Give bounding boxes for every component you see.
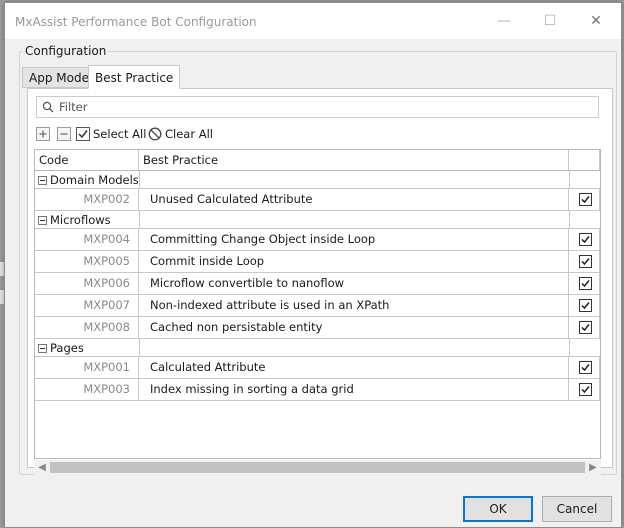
search-icon (42, 101, 54, 113)
best-practice-grid: Code Best Practice Domain Models MXP002 … (34, 149, 601, 459)
scroll-left-icon[interactable]: ◀ (34, 460, 50, 475)
window-title: MxAssist Performance Bot Configuration (15, 15, 257, 29)
prohibit-icon (148, 127, 162, 141)
row-code: MXP002 (35, 189, 139, 210)
group-row-pages[interactable]: Pages (35, 339, 600, 357)
row-name: Committing Change Object inside Loop (139, 229, 569, 250)
row-name: Non-indexed attribute is used in an XPat… (139, 295, 569, 316)
dialog-window: MxAssist Performance Bot Configuration —… (4, 2, 622, 528)
table-row[interactable]: MXP003 Index missing in sorting a data g… (35, 379, 600, 401)
row-code: MXP006 (35, 273, 139, 294)
table-row[interactable]: MXP004 Committing Change Object inside L… (35, 229, 600, 251)
collapse-icon[interactable] (38, 215, 47, 225)
cancel-button[interactable]: Cancel (542, 496, 612, 522)
collapse-icon[interactable] (38, 175, 47, 185)
checkmark-icon (581, 236, 590, 244)
close-icon[interactable]: ✕ (573, 3, 619, 39)
row-name: Calculated Attribute (139, 357, 569, 378)
filter-input[interactable] (59, 99, 579, 115)
group-label: Domain Models (50, 173, 139, 187)
collapse-all-button[interactable] (57, 126, 71, 142)
row-enabled-checkbox[interactable] (579, 233, 592, 246)
clear-all-button[interactable]: Clear All (148, 126, 213, 142)
clear-all-label: Clear All (165, 127, 213, 141)
row-code: MXP005 (35, 251, 139, 272)
row-name: Microflow convertible to nanoflow (139, 273, 569, 294)
row-name: Commit inside Loop (139, 251, 569, 272)
collapse-all-icon (57, 127, 71, 141)
row-enabled-checkbox[interactable] (579, 193, 592, 206)
checkbox-checked-icon (76, 127, 90, 141)
scrollbar-thumb[interactable] (50, 462, 585, 473)
checkmark-icon (581, 258, 590, 266)
tab-best-practice[interactable]: Best Practice (88, 65, 181, 89)
checkmark-icon (581, 196, 590, 204)
row-code: MXP007 (35, 295, 139, 316)
row-enabled-checkbox[interactable] (579, 383, 592, 396)
table-row[interactable]: MXP001 Calculated Attribute (35, 357, 600, 379)
row-name: Index missing in sorting a data grid (139, 379, 569, 400)
minimize-icon[interactable]: — (481, 3, 527, 39)
title-bar: MxAssist Performance Bot Configuration —… (5, 3, 621, 39)
row-name: Unused Calculated Attribute (139, 189, 569, 210)
column-header-code[interactable]: Code (35, 150, 139, 170)
select-all-button[interactable]: Select All (76, 126, 146, 142)
row-enabled-checkbox[interactable] (579, 361, 592, 374)
checkmark-icon (581, 280, 590, 288)
group-label: Pages (50, 341, 84, 355)
row-code: MXP004 (35, 229, 139, 250)
row-code: MXP003 (35, 379, 139, 400)
table-row[interactable]: MXP008 Cached non persistable entity (35, 317, 600, 339)
table-row[interactable]: MXP007 Non-indexed attribute is used in … (35, 295, 600, 317)
best-practice-panel: Select All Clear All Code Best Practice … (27, 88, 613, 475)
row-enabled-checkbox[interactable] (579, 255, 592, 268)
collapse-icon[interactable] (38, 343, 47, 353)
row-name: Cached non persistable entity (139, 317, 569, 338)
expand-all-icon (36, 127, 50, 141)
column-header-enabled[interactable] (569, 150, 600, 170)
checkmark-icon (581, 364, 590, 372)
table-row[interactable]: MXP005 Commit inside Loop (35, 251, 600, 273)
table-row[interactable]: MXP006 Microflow convertible to nanoflow (35, 273, 600, 295)
configuration-label: Configuration (23, 44, 109, 58)
select-all-label: Select All (93, 127, 147, 141)
row-enabled-checkbox[interactable] (579, 321, 592, 334)
row-code: MXP001 (35, 357, 139, 378)
filter-box[interactable] (36, 96, 599, 118)
checkmark-icon (581, 302, 590, 310)
group-row-microflows[interactable]: Microflows (35, 211, 600, 229)
expand-all-button[interactable] (36, 126, 50, 142)
scroll-right-icon[interactable]: ▶ (585, 460, 601, 475)
horizontal-scrollbar[interactable]: ◀ ▶ (34, 460, 601, 475)
row-code: MXP008 (35, 317, 139, 338)
group-label: Microflows (50, 213, 111, 227)
ok-button[interactable]: OK (463, 496, 533, 522)
checkmark-icon (581, 386, 590, 394)
row-enabled-checkbox[interactable] (579, 299, 592, 312)
row-enabled-checkbox[interactable] (579, 277, 592, 290)
table-row[interactable]: MXP002 Unused Calculated Attribute (35, 189, 600, 211)
column-header-best-practice[interactable]: Best Practice (139, 150, 569, 170)
group-row-domain-models[interactable]: Domain Models (35, 171, 600, 189)
checkmark-icon (581, 324, 590, 332)
maximize-icon[interactable]: ☐ (527, 3, 573, 39)
grid-header: Code Best Practice (35, 150, 600, 171)
